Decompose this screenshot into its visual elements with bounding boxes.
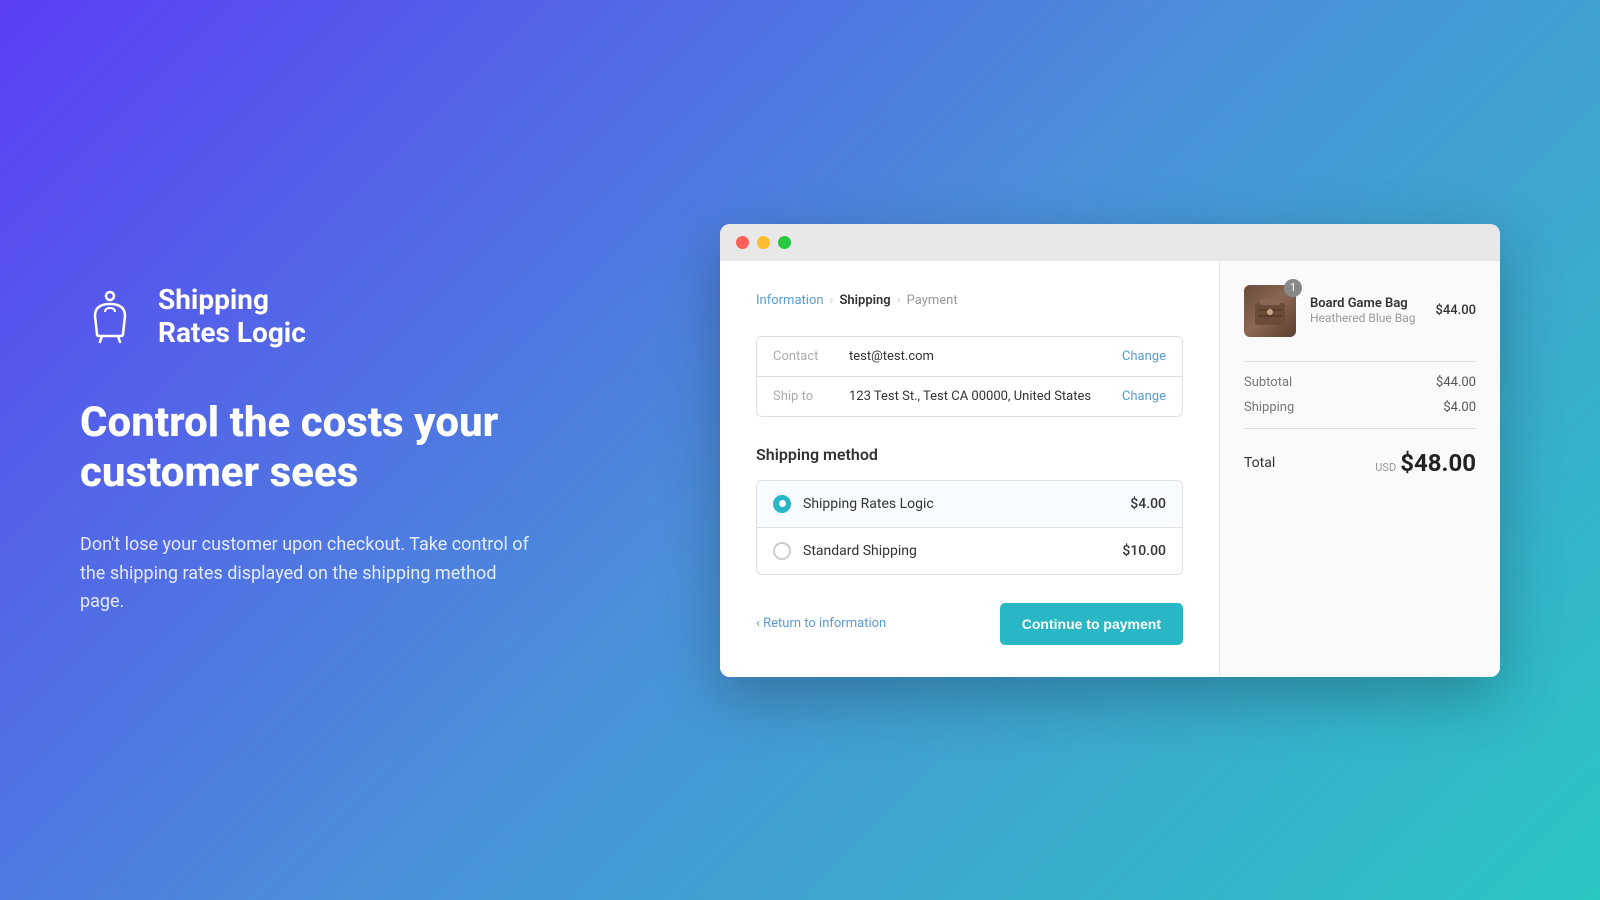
shipping-option-0[interactable]: Shipping Rates Logic $4.00 <box>757 481 1182 528</box>
shipping-options: Shipping Rates Logic $4.00 Standard Ship… <box>756 480 1183 575</box>
logo-text: Shipping Rates Logic <box>158 283 306 350</box>
order-summary: 1 Board Game Bag Heathered Blue Bag $44.… <box>1220 261 1500 677</box>
breadcrumb-shipping: Shipping <box>839 293 890 308</box>
product-info: Board Game Bag Heathered Blue Bag <box>1310 296 1421 325</box>
dot-red[interactable] <box>736 236 749 249</box>
info-table: Contact test@test.com Change Ship to 123… <box>756 336 1183 417</box>
summary-divider-2 <box>1244 428 1476 429</box>
option-price-1: $10.00 <box>1122 543 1166 559</box>
product-variant: Heathered Blue Bag <box>1310 311 1421 325</box>
checkout-footer: Return to information Continue to paymen… <box>756 603 1183 645</box>
option-name-1: Standard Shipping <box>803 543 1110 559</box>
info-row-shipto: Ship to 123 Test St., Test CA 00000, Uni… <box>757 377 1182 416</box>
shipping-section-title: Shipping method <box>756 445 1183 464</box>
browser-content: Information › Shipping › Payment Contact… <box>720 261 1500 677</box>
breadcrumb-sep-2: › <box>897 293 901 308</box>
breadcrumb-information[interactable]: Information <box>756 293 824 308</box>
total-label: Total <box>1244 455 1275 471</box>
radio-btn-1[interactable] <box>773 542 791 560</box>
contact-change[interactable]: Change <box>1122 349 1166 364</box>
left-panel: Shipping Rates Logic Control the costs y… <box>0 223 620 677</box>
shipto-label: Ship to <box>773 389 833 404</box>
right-panel: Information › Shipping › Payment Contact… <box>620 184 1600 717</box>
subtotal-value: $44.00 <box>1436 375 1476 390</box>
product-price: $44.00 <box>1435 303 1476 318</box>
total-value: $48.00 <box>1400 449 1476 477</box>
logo-icon <box>80 286 140 346</box>
summary-divider-1 <box>1244 361 1476 362</box>
breadcrumb-payment: Payment <box>907 293 958 308</box>
product-name: Board Game Bag <box>1310 296 1421 311</box>
product-row: 1 Board Game Bag Heathered Blue Bag $44.… <box>1244 285 1476 337</box>
product-thumbnail <box>1250 291 1290 331</box>
shipping-value: $4.00 <box>1443 400 1476 415</box>
contact-value: test@test.com <box>849 349 1106 364</box>
shipto-value: 123 Test St., Test CA 00000, United Stat… <box>849 389 1106 404</box>
continue-button[interactable]: Continue to payment <box>1000 603 1183 645</box>
dot-yellow[interactable] <box>757 236 770 249</box>
browser-window: Information › Shipping › Payment Contact… <box>720 224 1500 677</box>
option-name-0: Shipping Rates Logic <box>803 496 1118 512</box>
logo-area: Shipping Rates Logic <box>80 283 540 350</box>
headline: Control the costs your customer sees <box>80 398 540 499</box>
info-row-contact: Contact test@test.com Change <box>757 337 1182 377</box>
contact-label: Contact <box>773 349 833 364</box>
checkout-main: Information › Shipping › Payment Contact… <box>720 261 1220 677</box>
summary-total-row: Total USD $48.00 <box>1244 437 1476 477</box>
shipping-label: Shipping <box>1244 400 1294 415</box>
breadcrumb: Information › Shipping › Payment <box>756 293 1183 308</box>
radio-btn-0[interactable] <box>773 495 791 513</box>
product-quantity-badge: 1 <box>1284 279 1302 297</box>
subtext: Don't lose your customer upon checkout. … <box>80 531 540 617</box>
browser-titlebar <box>720 224 1500 261</box>
total-currency: USD <box>1375 461 1396 474</box>
return-link[interactable]: Return to information <box>756 616 886 631</box>
dot-green[interactable] <box>778 236 791 249</box>
shipto-change[interactable]: Change <box>1122 389 1166 404</box>
breadcrumb-sep-1: › <box>830 293 834 308</box>
shipping-option-1[interactable]: Standard Shipping $10.00 <box>757 528 1182 574</box>
option-price-0: $4.00 <box>1130 496 1166 512</box>
summary-subtotal-row: Subtotal $44.00 <box>1244 370 1476 395</box>
summary-shipping-row: Shipping $4.00 <box>1244 395 1476 420</box>
total-amount: USD $48.00 <box>1375 449 1476 477</box>
product-img-wrap: 1 <box>1244 285 1296 337</box>
subtotal-label: Subtotal <box>1244 375 1292 390</box>
